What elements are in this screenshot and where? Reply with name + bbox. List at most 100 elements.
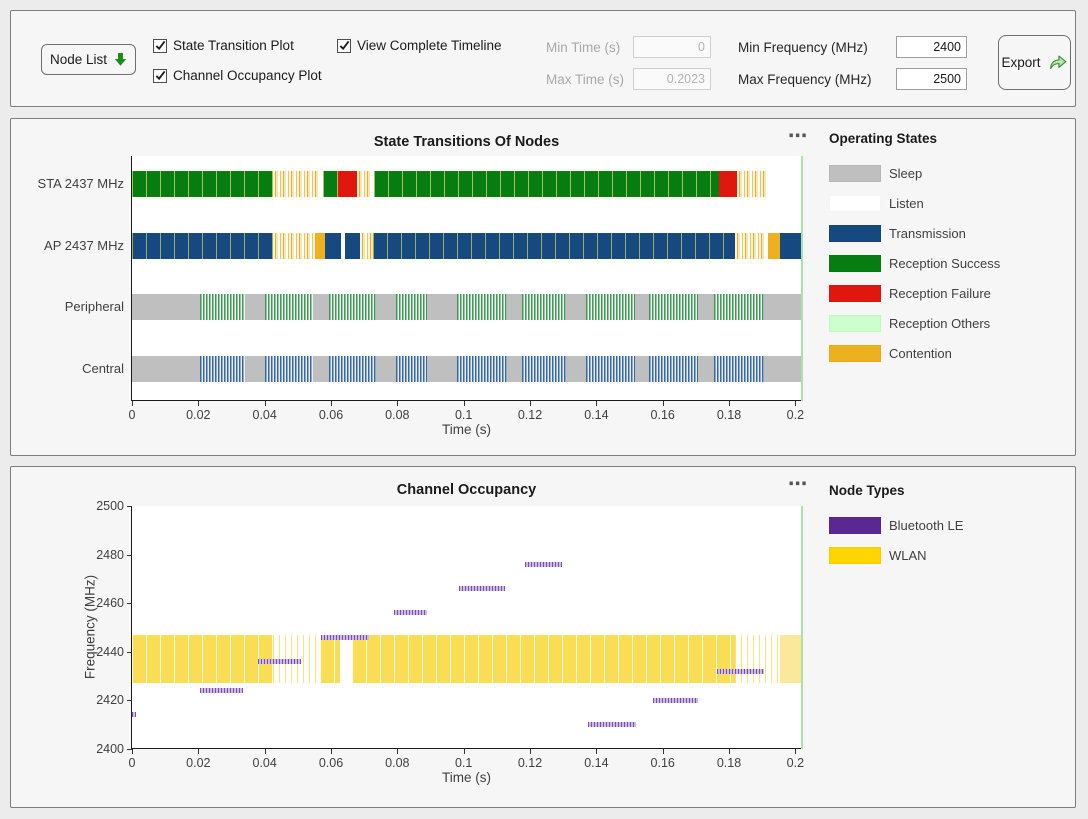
state-segment-transmission_burst <box>714 356 764 382</box>
x-tick-label: 0.1 <box>437 408 491 422</box>
app-window: { "toolbar": { "node_list_label": "Node … <box>0 0 1088 819</box>
axes-options-icon[interactable]: ⋯ <box>781 475 815 497</box>
state-segment-transmission_burst <box>396 356 428 382</box>
max-frequency-field[interactable] <box>896 68 967 90</box>
state-segment-transmission_blocks <box>373 233 735 259</box>
x-tick-label: 0.18 <box>702 408 756 422</box>
node-row-label: STA 2437 MHz <box>0 176 124 191</box>
occupancy-panel-title: Channel Occupancy <box>131 482 802 498</box>
node-list-button[interactable]: Node List <box>41 44 136 75</box>
checkbox-label: Channel Occupancy Plot <box>173 68 322 83</box>
state-segment-contention_mixed <box>735 233 765 259</box>
state-segment-contention_mixed <box>357 171 372 197</box>
x-tick-label: 0.04 <box>238 756 292 770</box>
legend-swatch <box>829 195 881 212</box>
x-tick-label: 0.2 <box>768 756 822 770</box>
legend-label: Reception Success <box>889 256 1000 271</box>
state-segment-transmission_burst <box>265 356 313 382</box>
legend-swatch <box>829 315 881 332</box>
state-segment-reception_burst <box>265 294 313 320</box>
state-segment-reception_burst <box>649 294 697 320</box>
checkbox-checked-icon <box>337 39 351 53</box>
x-tick-label: 0.12 <box>503 756 557 770</box>
x-tick <box>530 749 531 754</box>
state-segment-reception_failure <box>719 171 737 197</box>
state-segment-transmission <box>325 233 341 259</box>
x-tick <box>729 749 730 754</box>
state-panel-title: State Transitions Of Nodes <box>131 134 802 150</box>
y-tick-label: 2500 <box>82 499 124 513</box>
state-segment-transmission_burst <box>586 356 634 382</box>
export-button[interactable]: Export <box>998 35 1071 90</box>
operating-states-legend: Operating States SleepListenTransmission… <box>829 131 1000 368</box>
min-frequency-label: Min Frequency (MHz) <box>738 40 868 55</box>
x-tick <box>663 401 664 406</box>
legend-item: Contention <box>829 338 1000 368</box>
state-transition-plot-checkbox[interactable]: State Transition Plot <box>153 38 294 53</box>
legend-label: Transmission <box>889 226 966 241</box>
y-tick <box>127 603 132 604</box>
legend-items: Bluetooth LEWLAN <box>829 510 963 570</box>
state-segment-contention_mixed <box>360 233 374 259</box>
x-tick <box>132 749 133 754</box>
state-segment-transmission_burst <box>457 356 507 382</box>
legend-label: Sleep <box>889 166 922 181</box>
legend-item: Transmission <box>829 218 1000 248</box>
x-tick <box>663 749 664 754</box>
state-segment-contention_mixed <box>273 171 319 197</box>
state-segment-reception_success_blocks <box>132 171 273 197</box>
state-segment-transmission_burst <box>522 356 567 382</box>
state-segment-transmission_burst <box>200 356 245 382</box>
state-segment-contention_mixed <box>737 171 767 197</box>
legend-label: Reception Failure <box>889 286 991 301</box>
legend-swatch <box>829 547 881 564</box>
legend-title: Node Types <box>829 483 963 498</box>
state-segment-reception_burst <box>714 294 764 320</box>
x-tick-label: 0.18 <box>702 756 756 770</box>
x-tick <box>198 401 199 406</box>
legend-swatch <box>829 225 881 242</box>
min-time-field <box>633 36 711 58</box>
x-tick <box>132 401 133 406</box>
checkbox-label: State Transition Plot <box>173 38 294 53</box>
state-segment-reception_burst <box>200 294 245 320</box>
state-segment-contention_mixed <box>273 233 315 259</box>
x-tick-label: 0.16 <box>636 408 690 422</box>
legend-label: Reception Others <box>889 316 990 331</box>
y-tick-label: 2400 <box>82 742 124 756</box>
channel-occupancy-plot: 00.020.040.060.080.10.120.140.160.180.22… <box>131 506 802 749</box>
occupancy-yaxis-label: Frequency (MHz) <box>83 575 98 679</box>
legend-swatch <box>829 165 881 182</box>
bluetooth-le-hop <box>717 669 763 674</box>
x-tick-label: 0.08 <box>370 408 424 422</box>
bluetooth-le-hop <box>132 712 136 717</box>
min-frequency-field[interactable] <box>896 36 967 58</box>
state-segment-reception_failure <box>338 171 357 197</box>
wlan-band-segment-light <box>780 635 803 684</box>
state-transitions-plot: STA 2437 MHzAP 2437 MHzPeripheralCentral… <box>131 156 802 401</box>
state-segment-reception_success_blocks <box>323 171 339 197</box>
channel-occupancy-plot-checkbox[interactable]: Channel Occupancy Plot <box>153 68 322 83</box>
view-complete-timeline-checkbox[interactable]: View Complete Timeline <box>337 38 502 53</box>
x-tick <box>464 401 465 406</box>
occupancy-xaxis-label: Time (s) <box>131 770 802 785</box>
legend-swatch <box>829 345 881 362</box>
x-tick-label: 0.02 <box>171 756 225 770</box>
legend-item: Reception Failure <box>829 278 1000 308</box>
state-segment-transmission <box>780 233 803 259</box>
max-frequency-label: Max Frequency (MHz) <box>738 72 872 87</box>
x-tick <box>464 749 465 754</box>
x-tick <box>397 749 398 754</box>
axes-options-icon[interactable]: ⋯ <box>781 127 815 149</box>
x-tick-label: 0.14 <box>569 756 623 770</box>
state-transitions-panel: State Transitions Of Nodes ⋯ STA 2437 MH… <box>10 118 1076 456</box>
state-segment-transmission_burst <box>649 356 697 382</box>
x-tick <box>331 749 332 754</box>
state-segment-reception_burst <box>586 294 634 320</box>
export-label: Export <box>1001 55 1040 70</box>
y-tick <box>127 749 132 750</box>
checkbox-checked-icon <box>153 69 167 83</box>
state-segment-contention <box>315 233 325 259</box>
legend-item: Reception Success <box>829 248 1000 278</box>
x-tick-label: 0.2 <box>768 408 822 422</box>
